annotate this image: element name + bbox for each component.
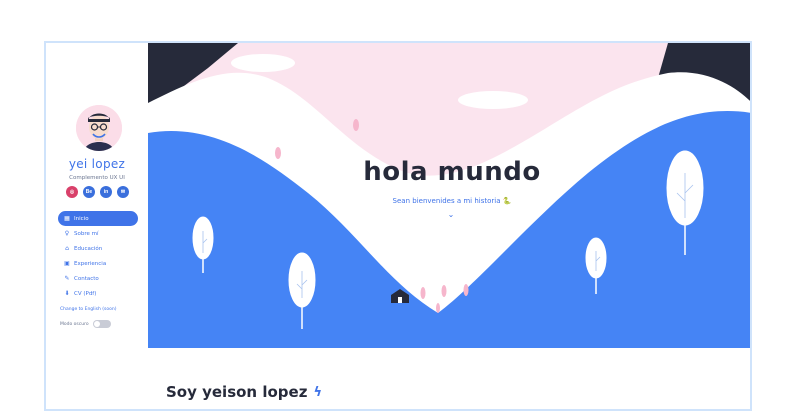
sidebar-item-label: Experiencia (74, 260, 107, 267)
sidebar-item-sobre-mi[interactable]: ♀ Sobre mí (58, 226, 138, 241)
sidebar-item-label: CV (Pdf) (74, 290, 97, 297)
sidebar-nav: ▦ Inicio ♀ Sobre mí ⌂ Educación ▣ Experi… (58, 211, 138, 301)
dark-mode-label: Modo oscuro (60, 321, 89, 327)
lightning-icon: ϟ (313, 384, 323, 400)
app-frame: yei lopez Complemento UX UI ◎ Be in ✉ ▦ … (44, 41, 752, 411)
dark-mode-row: Modo oscuro (60, 320, 111, 328)
sidebar-item-experiencia[interactable]: ▣ Experiencia (58, 256, 138, 271)
sidebar-item-inicio[interactable]: ▦ Inicio (58, 211, 138, 226)
home-icon: ▦ (64, 214, 70, 222)
section-heading-text: Soy yeison lopez (166, 383, 308, 401)
profile-subtitle: Complemento UX UI (69, 175, 125, 181)
language-switch-link[interactable]: Change to English (soon) (60, 307, 117, 312)
sidebar-item-cv[interactable]: ⬇ CV (Pdf) (58, 286, 138, 301)
dribbble-icon[interactable]: ◎ (66, 186, 78, 198)
hero-landscape (148, 43, 750, 348)
person-icon: ♀ (64, 229, 70, 237)
profile-name: yei lopez (68, 157, 126, 171)
behance-icon[interactable]: Be (83, 186, 95, 198)
email-icon[interactable]: ✉ (117, 186, 129, 198)
sidebar-item-label: Sobre mí (74, 230, 99, 237)
hero-title: hola mundo (363, 157, 541, 187)
message-icon: ✎ (64, 274, 70, 282)
sidebar: yei lopez Complemento UX UI ◎ Be in ✉ ▦ … (46, 43, 148, 409)
linkedin-icon[interactable]: in (100, 186, 112, 198)
hero-subtitle: Sean bienvenides a mi historia 🐍 (392, 197, 512, 205)
avatar (76, 105, 122, 151)
sidebar-item-label: Educación (74, 245, 103, 252)
social-links: ◎ Be in ✉ (66, 186, 136, 198)
graduation-icon: ⌂ (65, 244, 69, 252)
chevron-down-icon[interactable]: ⌄ (444, 210, 458, 219)
briefcase-icon: ▣ (64, 259, 70, 267)
hero-banner: hola mundo Sean bienvenides a mi histori… (148, 43, 750, 348)
download-icon: ⬇ (64, 289, 70, 297)
section-heading: Soy yeison lopez ϟ (166, 383, 322, 401)
dark-mode-toggle[interactable] (92, 320, 111, 328)
sidebar-item-label: Contacto (74, 275, 99, 282)
main-content: hola mundo Sean bienvenides a mi histori… (148, 43, 750, 409)
sidebar-item-educacion[interactable]: ⌂ Educación (58, 241, 138, 256)
sidebar-item-label: Inicio (74, 215, 89, 222)
sidebar-item-contacto[interactable]: ✎ Contacto (58, 271, 138, 286)
